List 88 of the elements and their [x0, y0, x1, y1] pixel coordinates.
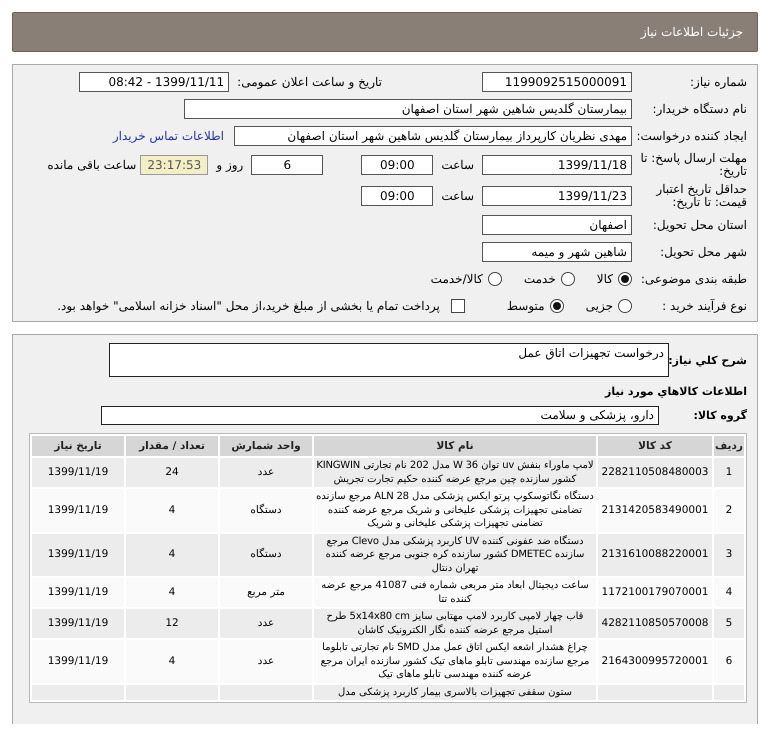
column-header: واحد شمارش — [220, 436, 312, 456]
table-cell: 1 — [714, 458, 744, 487]
creator-field: مهدی نظریان کارپرداز بیمارستان گلدیس شاهین شهر استان اصفهان — [234, 126, 632, 146]
table-cell: 2131420583490001 — [598, 489, 712, 532]
days-field: 6 — [251, 155, 324, 175]
time-label: ساعت — [441, 189, 474, 203]
table-cell: 2282110508480003 — [598, 458, 712, 487]
table-cell: عدد — [220, 458, 312, 487]
table-cell: دستگاه ضد عفونی کننده UV کاربرد پزشکی مدل Clevo مرجع سازنده DMETEC کشور سازنده کره جنوبی مرجع عرضه کننده تهران دنتال — [314, 534, 596, 576]
date-field: 1399/11/18 — [482, 155, 632, 175]
table-cell: 4 — [126, 640, 218, 682]
field-label: مهلت ارسال پاسخ: تا تاریخ: — [639, 152, 747, 178]
field-label: گروه کالا: — [692, 409, 747, 422]
time-field: 09:00 — [361, 155, 434, 175]
radio-button[interactable] — [560, 272, 575, 286]
date-field: 1399/11/23 — [482, 186, 632, 206]
radio-label: کالا — [596, 272, 613, 286]
column-header: ردیف — [714, 436, 744, 456]
table-cell: 4 — [714, 578, 744, 607]
time-field: 09:00 — [361, 186, 434, 206]
field-label: استان محل تحویل: — [652, 218, 747, 232]
remaining-time-field: 23:17:53 — [140, 155, 208, 175]
need-number-field: 1199092515000091 — [482, 72, 632, 92]
checkbox[interactable] — [450, 299, 465, 313]
field-label: نوع فرآیند خرید : — [661, 300, 747, 312]
field-label: نام دستگاه خریدار: — [652, 102, 747, 116]
table-cell: ساعت دیجیتال ابعاد متر مربعی شماره فنی 41087 مرجع عرضه کننده تتا — [314, 578, 596, 607]
description-field: درخواست تجهيزات اتاق عمل — [109, 343, 669, 377]
table-cell: دستگاه — [220, 534, 312, 576]
field-label: طبقه بندی موضوعی: — [640, 272, 747, 286]
table-cell: 24 — [126, 458, 218, 487]
table-cell: 2131610088220001 — [598, 534, 712, 576]
table-cell: 1399/11/19 — [32, 578, 124, 607]
province-field: اصفهان — [482, 215, 632, 235]
table-cell: 2164300995720001 — [598, 640, 712, 682]
field-label: شهر محل تحویل: — [659, 246, 747, 258]
radio-label: جزیی — [586, 299, 613, 313]
table-cell: متر مربع — [220, 578, 312, 607]
table-cell: 4282110850570008 — [598, 609, 712, 638]
page-title: جزئیات اطلاعات نیاز — [640, 25, 743, 39]
column-header: تعداد / مقدار — [126, 436, 218, 456]
table-cell: 1172100179070001 — [598, 578, 712, 607]
table-cell: 4 — [126, 489, 218, 532]
radio-button[interactable] — [618, 299, 632, 313]
radio-label: متوسط — [506, 299, 545, 313]
radio-label: خدمت — [524, 272, 556, 286]
field-label: شرح کلي نياز: — [669, 354, 747, 366]
table-cell: 12 — [126, 609, 218, 638]
table-cell: 3 — [714, 534, 744, 576]
field-label: تاریخ و ساعت اعلان عمومی: — [237, 75, 382, 89]
table-cell: عدد — [220, 609, 312, 638]
table-cell: 2 — [714, 489, 744, 532]
table-cell: دستگاه نگاتوسکوپ پرتو ایکس پزشکی مدل ALN 28 مرجع سازنده تضامنی تجهیزات پزشکی علیخانی و شریک مرجع عرضه کننده تضامنی تجهیزات پزشکی علیخانی و شریک — [314, 489, 596, 532]
table-cell: 6 — [714, 640, 744, 682]
table-cell: 4 — [126, 578, 218, 607]
days-label: روز و — [216, 158, 244, 172]
table-cell: 1399/11/19 — [32, 640, 124, 682]
remaining-label: ساعت باقی مانده — [47, 158, 136, 172]
section-heading: اطلاعات کالاهاي مورد نياز — [604, 385, 747, 398]
column-header: تاریخ نیاز — [32, 436, 124, 456]
table-cell: چراغ هشدار اشعه ایکس اتاق عمل مدل SMD نام تجارتی تابلوما مرجع سازنده مهندسی تابلو ماهای تیک کشور سازنده ایران مرجع عرضه کننده مهندسی تابلو ماهای تیک — [314, 640, 596, 682]
table-cell: 5 — [714, 609, 744, 638]
table-cell: 1399/11/19 — [32, 458, 124, 487]
table-cell: عدد — [220, 640, 312, 682]
field-label: حداقل تاریخ اعتبار قیمت: تا تاریخ: — [654, 183, 747, 209]
table-cell: لامپ ماوراء بنفش uv توان W 36 مدل 202 نام تجارتی KINGWIN کشور سازنده چین مرجع عرضه کننده حکیم تجارت تجریش — [314, 458, 596, 487]
column-header: کد کالا — [598, 436, 712, 456]
table-cell: ستون سقفی تجهیزات بالاسری بیمار کاربرد پزشکی مدل — [314, 684, 596, 700]
table-cell: قاب چهار لامپی کاربرد لامپ مهتابی سایز 5x14x80 cm طرح استیل مرجع عرضه کننده نگار الکترونیک کاشان — [314, 609, 596, 638]
table-cell: 1399/11/19 — [32, 534, 124, 576]
table-cell: 1399/11/19 — [32, 609, 124, 638]
time-label: ساعت — [441, 158, 474, 172]
contact-link[interactable]: اطلاعات تماس خریدار — [112, 129, 224, 143]
announce-date-field: 1399/11/11 - 08:42 — [79, 72, 230, 92]
column-header: نام کالا — [314, 436, 596, 456]
table-cell: دستگاه — [220, 489, 312, 532]
field-label: ایجاد کننده درخواست: — [635, 130, 747, 142]
table-cell: 4 — [126, 534, 218, 576]
radio-button[interactable] — [488, 272, 502, 286]
radio-button[interactable] — [550, 299, 564, 313]
radio-label: کالا/خدمت — [430, 272, 483, 286]
buyer-field: بیمارستان گلدیس شاهین شهر استان اصفهان — [184, 99, 632, 119]
group-field: دارو، پزشکی و سلامت — [101, 406, 659, 425]
radio-button[interactable] — [618, 272, 632, 286]
checkbox-label: پرداخت تمام یا بخشی از مبلغ خرید،از محل "اسناد خزانه اسلامی" خواهد بود. — [57, 299, 440, 313]
table-cell: 1399/11/19 — [32, 489, 124, 532]
field-label: شماره نیاز: — [689, 76, 747, 88]
city-field: شاهین شهر و میمه — [482, 242, 632, 262]
